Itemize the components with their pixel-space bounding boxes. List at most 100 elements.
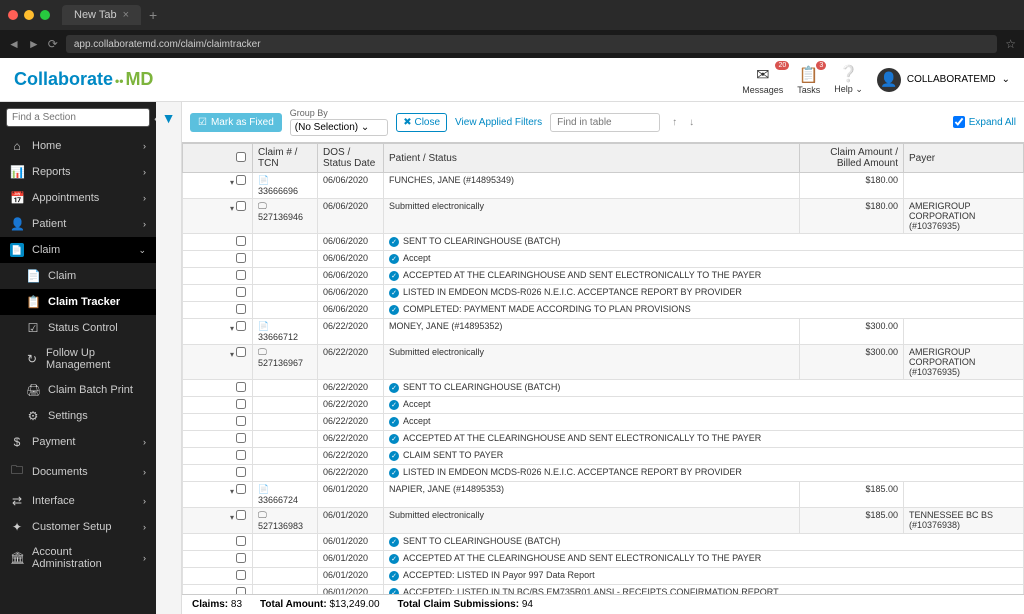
nav-item-interface[interactable]: ⇄Interface› [0, 488, 156, 514]
status-check-icon: ✓ [389, 537, 399, 547]
arrow-down-icon[interactable]: ↓ [689, 117, 694, 128]
row-checkbox[interactable] [236, 433, 246, 443]
nav-item-status-control[interactable]: ☑Status Control [0, 315, 156, 341]
claim-amount: $300.00 [800, 319, 904, 345]
filter-panel-toggle[interactable]: ▼ [156, 102, 182, 614]
row-checkbox[interactable] [236, 321, 246, 331]
close-tab-icon[interactable]: × [123, 9, 129, 21]
nav-item-patient[interactable]: 👤Patient› [0, 211, 156, 237]
row-checkbox[interactable] [236, 236, 246, 246]
header-date[interactable]: DOS / Status Date [318, 144, 384, 173]
maximize-window-icon[interactable] [40, 10, 50, 20]
header-amount[interactable]: Claim Amount / Billed Amount [800, 144, 904, 173]
row-checkbox[interactable] [236, 175, 246, 185]
row-checkbox[interactable] [236, 201, 246, 211]
claim-row[interactable]: ▾📄3366672406/01/2020NAPIER, JANE (#14895… [183, 482, 1024, 508]
row-checkbox[interactable] [236, 510, 246, 520]
row-checkbox[interactable] [236, 416, 246, 426]
header-payer[interactable]: Payer [904, 144, 1024, 173]
bookmark-icon[interactable]: ☆ [1005, 37, 1016, 51]
expand-caret-icon[interactable]: ▾ [226, 487, 234, 496]
tasks-button[interactable]: 📋 3 Tasks [797, 65, 820, 95]
close-window-icon[interactable] [8, 10, 18, 20]
nav-item-payment[interactable]: $Payment› [0, 429, 156, 455]
row-checkbox[interactable] [236, 553, 246, 563]
close-button[interactable]: ✖ Close [396, 113, 447, 132]
nav-label: Home [32, 140, 61, 152]
expand-caret-icon[interactable]: ▾ [226, 350, 234, 359]
find-in-table-input[interactable] [550, 113, 660, 132]
sidebar: ‹ ⌂Home›📊Reports›📅Appointments›👤Patient›… [0, 102, 156, 614]
nav-item-claim-tracker[interactable]: 📋Claim Tracker [0, 289, 156, 315]
row-checkbox[interactable] [236, 347, 246, 357]
expand-caret-icon[interactable]: ▾ [226, 204, 234, 213]
refresh-icon[interactable]: ⟳ [48, 37, 58, 51]
groupby-select[interactable]: (No Selection) ⌄ [290, 119, 389, 136]
new-tab-button[interactable]: + [149, 7, 157, 23]
row-checkbox[interactable] [236, 570, 246, 580]
row-checkbox[interactable] [236, 253, 246, 263]
mark-as-fixed-button[interactable]: ☑ Mark as Fixed [190, 113, 282, 132]
nav-item-appointments[interactable]: 📅Appointments› [0, 185, 156, 211]
billed-amount: $185.00 [800, 508, 904, 534]
nav-item-account-administration[interactable]: 🏛Account Administration› [0, 540, 156, 576]
select-all-checkbox[interactable] [236, 152, 246, 162]
minimize-window-icon[interactable] [24, 10, 34, 20]
messages-button[interactable]: ✉ 20 Messages [742, 65, 783, 95]
header-checkbox[interactable] [183, 144, 253, 173]
nav-label: Customer Setup [32, 521, 111, 533]
arrow-up-icon[interactable]: ↑ [672, 117, 677, 128]
status-row: 06/01/2020✓SENT TO CLEARINGHOUSE (BATCH) [183, 534, 1024, 551]
submission-row[interactable]: ▾🖵52713698306/01/2020Submitted electroni… [183, 508, 1024, 534]
view-filters-link[interactable]: View Applied Filters [455, 117, 542, 128]
header-claim[interactable]: Claim # / TCN [253, 144, 318, 173]
status-text: Accept [403, 399, 431, 409]
help-button[interactable]: ❔ Help ⌄ [834, 64, 863, 95]
expand-all-checkbox[interactable] [953, 116, 965, 128]
status-check-icon: ✓ [389, 400, 399, 410]
row-checkbox[interactable] [236, 450, 246, 460]
expand-caret-icon[interactable]: ▾ [226, 324, 234, 333]
row-checkbox[interactable] [236, 484, 246, 494]
row-checkbox[interactable] [236, 304, 246, 314]
submissions-label: Total Claim Submissions: [398, 599, 520, 610]
nav-item-reports[interactable]: 📊Reports› [0, 159, 156, 185]
claim-row[interactable]: ▾📄3366671206/22/2020MONEY, JANE (#148953… [183, 319, 1024, 345]
expand-caret-icon[interactable]: ▾ [226, 178, 234, 187]
header-patient[interactable]: Patient / Status [384, 144, 800, 173]
nav-item-follow-up-management[interactable]: ↻Follow Up Management [0, 341, 156, 377]
user-menu[interactable]: 👤 COLLABORATEMD ⌄ [877, 68, 1010, 92]
nav-item-home[interactable]: ⌂Home› [0, 133, 156, 159]
browser-tab[interactable]: New Tab × [62, 5, 141, 25]
row-checkbox[interactable] [236, 382, 246, 392]
nav-item-documents[interactable]: 🗀Documents› [0, 455, 156, 488]
nav-icon: ↻ [26, 352, 38, 366]
forward-icon[interactable]: ► [28, 37, 40, 51]
row-checkbox[interactable] [236, 270, 246, 280]
claim-row[interactable]: ▾📄3366669606/06/2020FUNCHES, JANE (#1489… [183, 173, 1024, 199]
row-checkbox[interactable] [236, 467, 246, 477]
nav-icon: ⇄ [10, 494, 24, 508]
expand-caret-icon[interactable]: ▾ [226, 513, 234, 522]
submission-row[interactable]: ▾🖵52713696706/22/2020Submitted electroni… [183, 345, 1024, 380]
address-input[interactable] [66, 35, 997, 53]
nav-item-settings[interactable]: ⚙Settings [0, 403, 156, 429]
row-checkbox[interactable] [236, 287, 246, 297]
nav-item-claim-batch-print[interactable]: 🖨Claim Batch Print [0, 377, 156, 403]
section-search-input[interactable] [6, 108, 150, 127]
row-checkbox[interactable] [236, 399, 246, 409]
row-checkbox[interactable] [236, 536, 246, 546]
nav-item-customer-setup[interactable]: ✦Customer Setup› [0, 514, 156, 540]
status-date: 06/01/2020 [318, 568, 384, 585]
back-icon[interactable]: ◄ [8, 37, 20, 51]
logo[interactable]: Collaborate••MD [14, 69, 153, 90]
nav-label: Patient [32, 218, 66, 230]
row-checkbox[interactable] [236, 587, 246, 594]
expand-all-toggle[interactable]: Expand All [953, 116, 1016, 128]
submission-row[interactable]: ▾🖵52713694606/06/2020Submitted electroni… [183, 199, 1024, 234]
nav-claim[interactable]: 📄 Claim ⌄ [0, 237, 156, 263]
claims-table[interactable]: Claim # / TCN DOS / Status Date Patient … [182, 142, 1024, 594]
nav-item-claim[interactable]: 📄Claim [0, 263, 156, 289]
document-icon: 📄 [258, 484, 269, 494]
status-date: 06/06/2020 [318, 251, 384, 268]
